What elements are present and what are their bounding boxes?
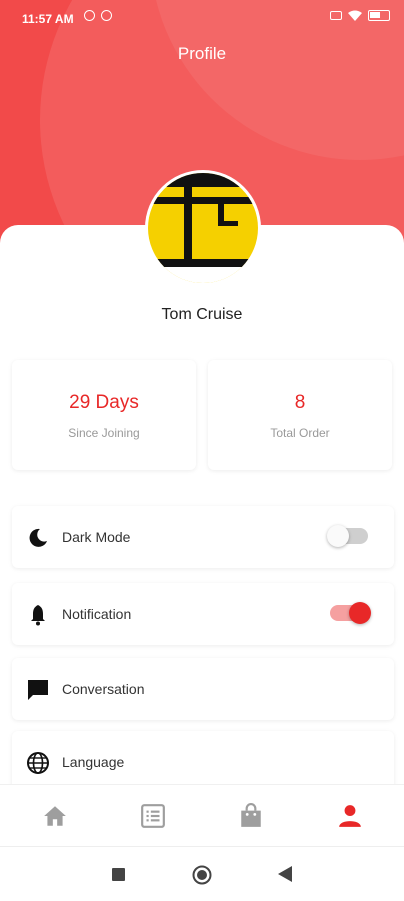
toggle-knob	[349, 602, 371, 624]
back-icon[interactable]	[278, 866, 292, 882]
setting-notification[interactable]: Notification	[12, 583, 394, 645]
user-name: Tom Cruise	[161, 306, 243, 323]
notification-toggle[interactable]	[330, 602, 371, 624]
notification-app-icon	[101, 10, 112, 21]
globe-icon	[27, 752, 49, 774]
sim-icon	[330, 11, 342, 20]
status-time: 11:57 AM	[22, 12, 74, 26]
setting-conversation[interactable]: Conversation	[12, 658, 394, 720]
profile-icon[interactable]	[337, 803, 363, 829]
stat-card-orders: 8 Total Order	[208, 360, 392, 470]
stat-label: Total Order	[270, 426, 330, 440]
list-icon[interactable]	[140, 803, 166, 829]
wifi-icon	[348, 10, 362, 21]
status-bar: 11:57 AM	[0, 0, 404, 36]
moon-icon	[29, 528, 47, 547]
toggle-knob	[327, 525, 349, 547]
avatar[interactable]	[145, 170, 261, 286]
battery-icon	[368, 10, 390, 21]
setting-label: Dark Mode	[62, 529, 131, 545]
bell-icon	[31, 605, 45, 626]
home-icon[interactable]	[42, 803, 68, 829]
bag-icon[interactable]	[238, 803, 264, 829]
stat-value: 29 Days	[69, 392, 139, 413]
setting-label: Notification	[62, 606, 132, 622]
home-button-icon[interactable]	[192, 865, 212, 885]
recent-apps-icon[interactable]	[112, 868, 125, 881]
page-title: Profile	[177, 44, 227, 63]
chat-icon	[28, 680, 48, 700]
notification-app-icon	[84, 10, 95, 21]
stat-value: 8	[294, 392, 306, 413]
system-navigation-bar	[0, 846, 404, 901]
setting-label: Language	[62, 754, 125, 770]
dark-mode-toggle[interactable]	[327, 525, 368, 547]
avatar-image	[148, 173, 258, 283]
bottom-navigation	[0, 784, 404, 847]
setting-dark-mode[interactable]: Dark Mode	[12, 506, 394, 568]
stat-card-joining: 29 Days Since Joining	[12, 360, 196, 470]
stat-label: Since Joining	[68, 426, 140, 440]
setting-label: Conversation	[62, 681, 145, 697]
